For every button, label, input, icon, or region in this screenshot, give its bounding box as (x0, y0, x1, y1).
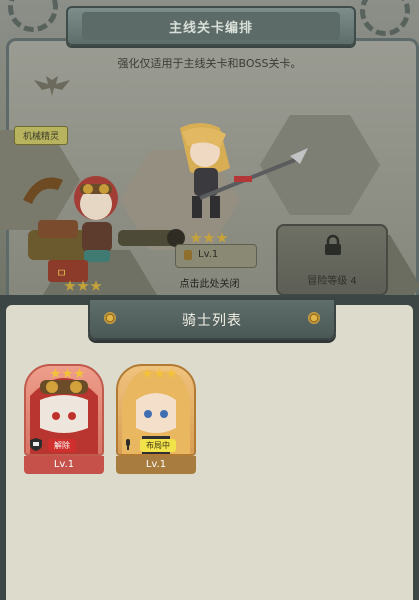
star-icon (166, 368, 177, 379)
hero-blonde-lancer-sprite[interactable] (150, 118, 310, 238)
gear-icon (360, 0, 410, 36)
star-icon (216, 232, 228, 243)
knight-portrait: 布局中 (116, 364, 196, 456)
dialog-title: 主线关卡编排 (168, 21, 253, 36)
knight-level: Lv.1 (116, 456, 196, 474)
bolt-icon (308, 312, 320, 324)
knight-card[interactable]: 布局中 Lv.1 (116, 364, 196, 474)
formation-scene[interactable]: 主线关卡编排 强化仅适用于主线关卡和BOSS关卡。 机械精灵 ㅁ Lv.1 冒险… (0, 0, 419, 300)
knight-list-title: 骑士列表 (182, 313, 242, 329)
star-icon (142, 368, 153, 379)
right-slot-level: Lv.1 (198, 249, 219, 260)
star-icon (190, 232, 202, 243)
star-icon (74, 368, 85, 379)
star-icon (50, 368, 61, 379)
knight-level: Lv.1 (24, 456, 104, 474)
knight-portrait: 解除 (24, 364, 104, 456)
deployed-tag: 布局中 (140, 439, 176, 452)
star-icon (62, 368, 73, 379)
close-hint[interactable]: 点击此处关闭 (0, 275, 419, 290)
shield-icon (30, 438, 42, 451)
knight-card[interactable]: 解除 Lv.1 (24, 364, 104, 474)
bat-enemy-icon (34, 76, 70, 96)
right-slot-stars (190, 232, 228, 244)
star-icon (154, 368, 165, 379)
knight-stars (50, 368, 85, 379)
star-icon (203, 232, 215, 243)
right-slot-level-box: Lv.1 (175, 244, 257, 268)
knight-stars (142, 368, 177, 379)
slot-name-tag: 机械精灵 (14, 126, 69, 145)
release-tag[interactable]: 解除 (48, 439, 76, 452)
lock-icon (325, 234, 341, 255)
class-icon (126, 439, 130, 450)
knight-list-header: 骑士列表 (88, 298, 336, 340)
gear-icon (8, 0, 58, 32)
dialog-title-plate: 主线关卡编排 (66, 6, 356, 46)
dialog-subtitle: 强化仅适用于主线关卡和BOSS关卡。 (117, 57, 302, 70)
flask-icon (184, 250, 192, 260)
